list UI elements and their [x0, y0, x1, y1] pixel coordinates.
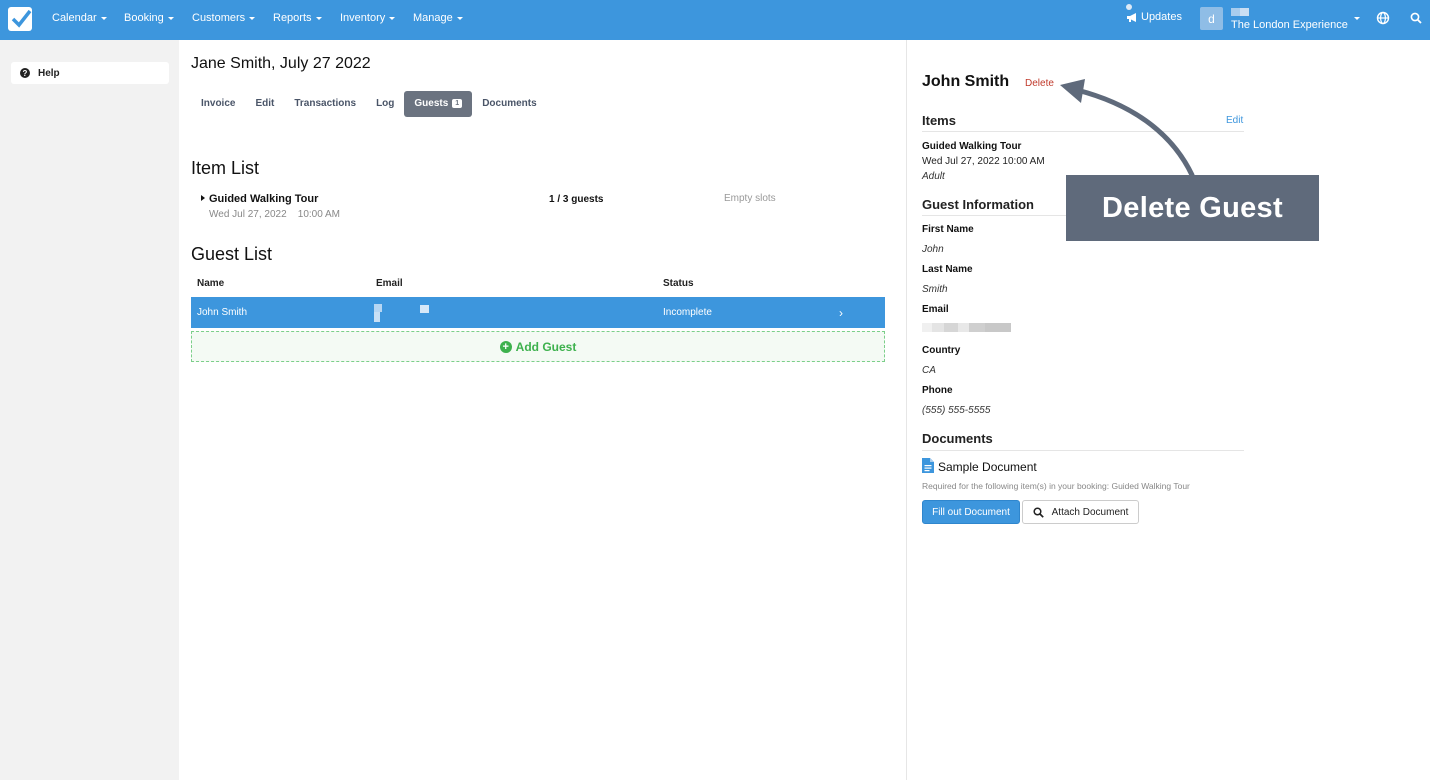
search-icon — [1033, 506, 1044, 518]
chevron-down-icon — [315, 16, 322, 20]
account-redacted — [1240, 8, 1249, 16]
tab-edit[interactable]: Edit — [245, 91, 284, 117]
nav-customers[interactable]: Customers — [192, 12, 256, 24]
field-label-phone: Phone — [922, 385, 953, 396]
document-icon — [922, 458, 934, 473]
panel-divider — [906, 40, 907, 780]
left-sidebar: ? Help — [0, 40, 179, 780]
nav-inventory-label: Inventory — [340, 12, 386, 24]
chevron-down-icon — [456, 16, 463, 20]
item-list-heading: Item List — [191, 158, 260, 178]
detail-item-datetime: Wed Jul 27, 2022 10:00 AM — [922, 156, 1045, 167]
section-divider — [922, 450, 1244, 451]
tab-invoice[interactable]: Invoice — [191, 91, 245, 117]
account-chevron-down-icon[interactable] — [1354, 17, 1360, 20]
item-empty-slots: Empty slots — [724, 193, 776, 204]
add-guest-label: Add Guest — [515, 339, 577, 354]
plus-circle-icon: + — [499, 340, 512, 353]
nav-reports-label: Reports — [273, 12, 312, 24]
table-row[interactable]: John Smith Incomplete › — [191, 297, 885, 328]
tab-guests-label: Guests — [414, 98, 449, 109]
booking-tabs: Invoice Edit Transactions Log Guests 1 Do… — [191, 91, 547, 117]
help-button[interactable]: ? Help — [11, 62, 169, 84]
tab-transactions[interactable]: Transactions — [284, 91, 366, 117]
column-header-name: Name — [197, 278, 225, 289]
documents-heading: Documents — [922, 431, 993, 446]
question-circle-icon: ? — [20, 68, 30, 78]
nav-inventory[interactable]: Inventory — [340, 12, 396, 24]
search-icon[interactable] — [1410, 12, 1422, 24]
tab-guests[interactable]: Guests 1 — [404, 91, 473, 117]
fill-out-document-button[interactable]: Fill out Document — [922, 500, 1020, 524]
updates-label: Updates — [1141, 11, 1182, 23]
guest-status-cell: Incomplete — [663, 307, 712, 318]
document-name: Sample Document — [938, 460, 1037, 474]
nav-manage-label: Manage — [413, 12, 453, 24]
attach-document-button[interactable]: Attach Document — [1022, 500, 1139, 524]
email-redacted — [374, 312, 380, 322]
updates-button[interactable]: Updates — [1126, 4, 1182, 23]
nav-booking-label: Booking — [124, 12, 164, 24]
guest-name-cell: John Smith — [197, 307, 248, 318]
email-redacted — [374, 304, 382, 312]
column-header-status: Status — [663, 278, 694, 289]
page-title: Jane Smith, July 27 2022 — [191, 55, 371, 72]
fill-out-document-label: Fill out Document — [932, 506, 1010, 518]
nav-booking[interactable]: Booking — [124, 12, 174, 24]
attach-document-label: Attach Document — [1051, 506, 1129, 518]
edit-items-link[interactable]: Edit — [1226, 115, 1243, 126]
column-header-email: Email — [376, 278, 403, 289]
add-guest-button[interactable]: + Add Guest — [191, 331, 885, 362]
field-label-country: Country — [922, 345, 961, 356]
field-value-country: CA — [922, 365, 936, 376]
chevron-down-icon — [100, 16, 107, 20]
guest-count-badge: 1 — [452, 99, 463, 108]
items-heading: Items — [922, 113, 956, 128]
chevron-down-icon — [167, 16, 174, 20]
chevron-down-icon — [389, 16, 396, 20]
chevron-right-icon: › — [839, 306, 843, 320]
detail-item-type: Adult — [922, 171, 945, 182]
help-label: Help — [38, 67, 60, 79]
annotation-arrow — [1060, 79, 1195, 178]
tab-documents[interactable]: Documents — [472, 91, 546, 117]
account-name[interactable]: The London Experience — [1231, 19, 1348, 31]
megaphone-icon — [1127, 12, 1136, 22]
field-label-email: Email — [922, 304, 949, 315]
chevron-down-icon — [249, 16, 256, 20]
guest-detail-name: John Smith — [922, 73, 1010, 90]
nav-reports[interactable]: Reports — [273, 12, 322, 24]
guest-info-heading: Guest Information — [922, 197, 1034, 212]
nav-customers-label: Customers — [192, 12, 246, 24]
avatar-letter: d — [1208, 11, 1215, 26]
email-redacted — [922, 323, 1011, 332]
field-value-first-name: John — [922, 244, 944, 255]
tab-log[interactable]: Log — [366, 91, 404, 117]
notification-dot — [1126, 4, 1132, 10]
email-redacted — [420, 305, 429, 313]
detail-item-name: Guided Walking Tour — [922, 141, 1022, 152]
globe-icon[interactable] — [1376, 11, 1390, 25]
delete-guest-callout: Delete Guest — [1066, 175, 1319, 241]
nav-manage[interactable]: Manage — [413, 12, 463, 24]
nav-calendar[interactable]: Calendar — [52, 12, 107, 24]
item-guest-count: 1 / 3 guests — [549, 194, 604, 205]
nav-calendar-label: Calendar — [52, 12, 97, 24]
field-label-last-name: Last Name — [922, 264, 973, 275]
guest-list-heading: Guest List — [191, 244, 273, 264]
document-requirement: Required for the following item(s) in yo… — [922, 481, 1190, 491]
field-value-phone: (555) 555-5555 — [922, 405, 991, 416]
item-date: Wed Jul 27, 2022 10:00 AM — [209, 209, 341, 220]
field-label-first-name: First Name — [922, 224, 974, 235]
field-value-last-name: Smith — [922, 284, 948, 295]
avatar[interactable]: d — [1200, 7, 1223, 30]
item-name[interactable]: Guided Walking Tour — [209, 193, 318, 205]
top-navbar: Calendar Booking Customers Reports Inven… — [0, 0, 1430, 40]
caret-right-icon[interactable] — [201, 195, 205, 201]
app-logo-checkbox-icon[interactable] — [8, 7, 32, 31]
delete-guest-link[interactable]: Delete — [1025, 78, 1054, 89]
